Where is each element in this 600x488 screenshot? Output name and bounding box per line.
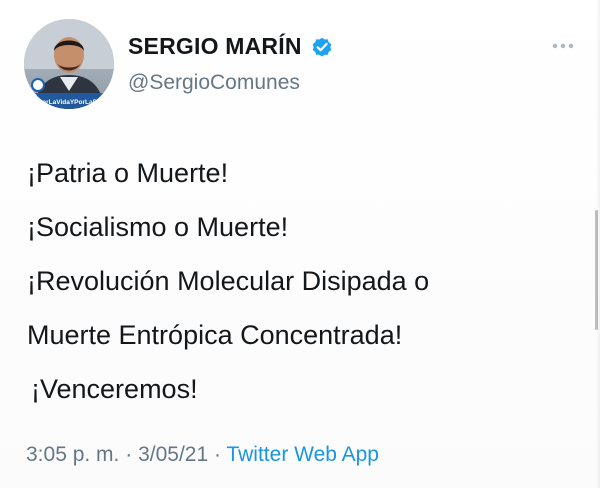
avatar-image: #PorLaVidaYPorLaPaz [24,19,114,109]
meta-separator: · [214,443,221,466]
user-handle[interactable]: @SergioComunes [128,71,300,95]
tweet-line: ¡Venceremos! [31,374,198,404]
tweet-source-link[interactable]: Twitter Web App [226,443,379,466]
tweet-line: ¡Revolución Molecular Disipada o [27,266,430,296]
name-row: SERGIO MARÍN [128,33,334,60]
tweet-line: ¡Socialismo o Muerte! [27,212,289,242]
tweet-meta: 3:05 p. m. · 3/05/21 · Twitter Web App [26,443,379,467]
tweet-line: ¡Patria o Muerte! [27,158,229,188]
tweet-text: ¡Patria o Muerte! ¡Socialismo o Muerte! … [27,146,587,416]
tweet-card: #PorLaVidaYPorLaPaz SERGIO MARÍN @Sergio… [0,0,600,488]
avatar[interactable]: #PorLaVidaYPorLaPaz [24,19,114,109]
more-options-icon[interactable] [552,38,574,49]
tweet-line: Muerte Entrópica Concentrada! [27,320,403,350]
display-name[interactable]: SERGIO MARÍN [128,33,302,60]
avatar-caption: #PorLaVidaYPorLaPaz [34,99,104,106]
tweet-date[interactable]: 3/05/21 [138,443,208,466]
meta-separator: · [125,443,133,466]
scrollbar-thumb[interactable] [595,210,598,330]
verified-badge-icon [310,35,334,59]
tweet-time[interactable]: 3:05 p. m. [26,443,119,466]
